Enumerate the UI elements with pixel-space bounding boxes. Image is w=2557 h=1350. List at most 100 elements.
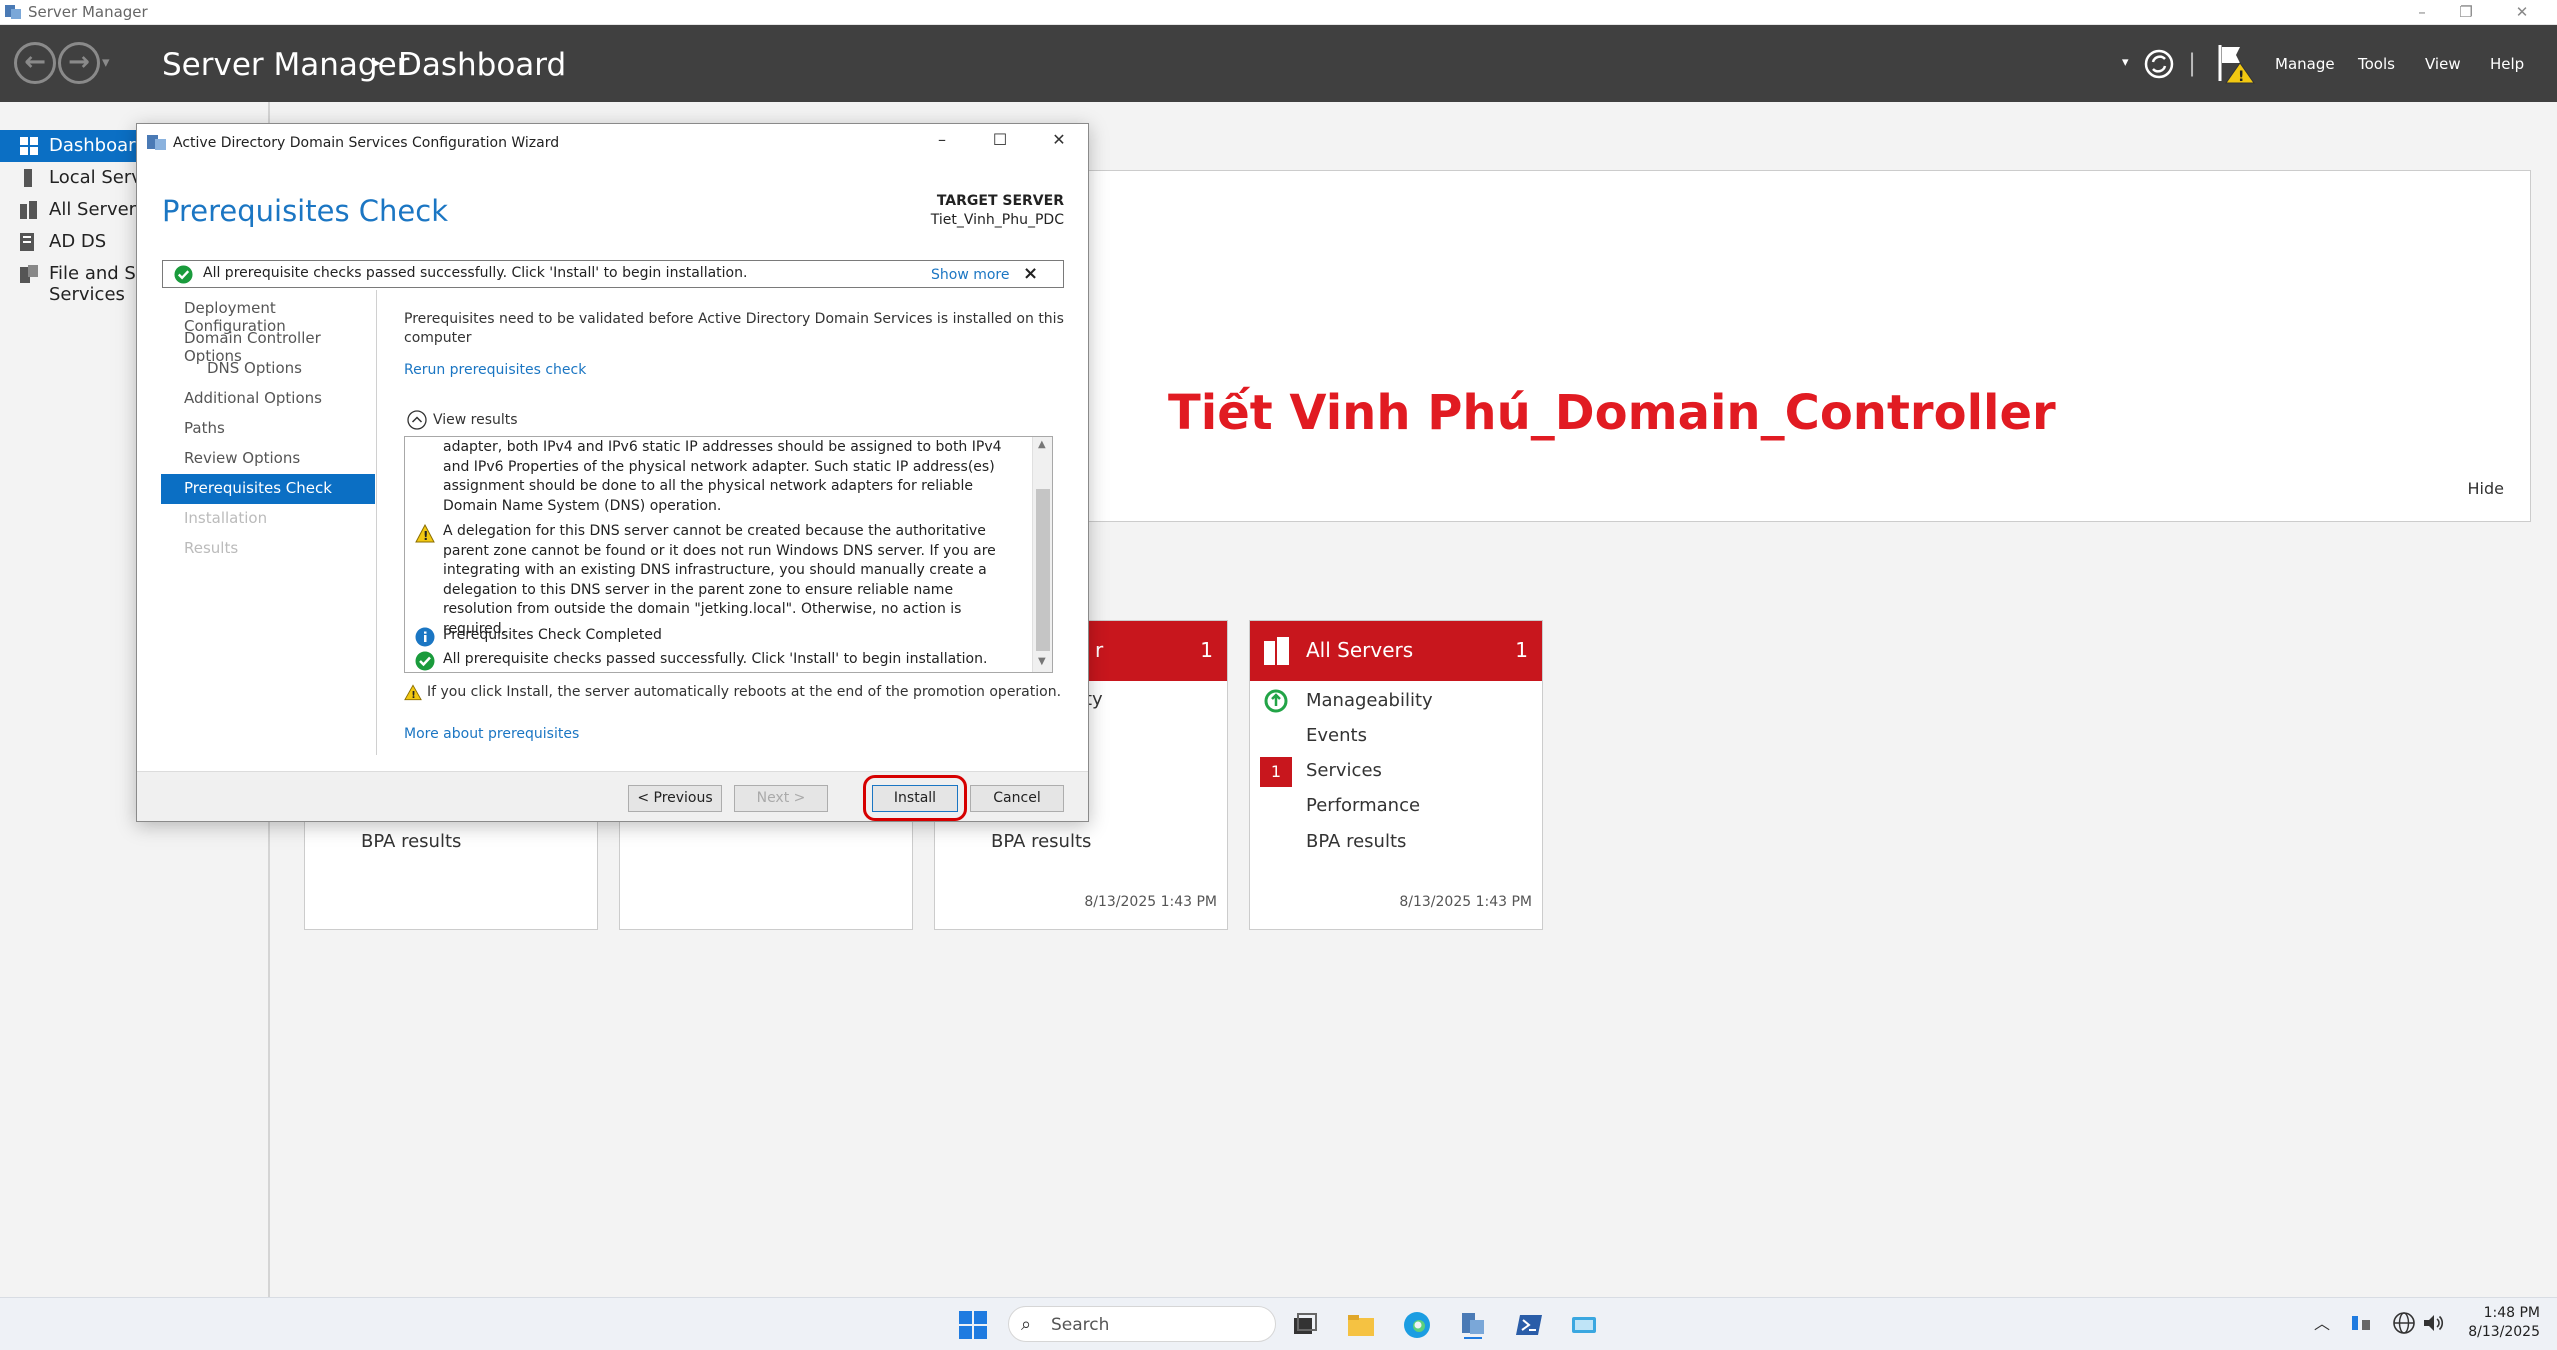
tile-timestamp: 8/13/2025 1:43 PM [1399,894,1532,910]
step-dns-options[interactable]: DNS Options [161,354,375,384]
results-scrollbar[interactable]: ▲ ▼ [1032,437,1052,672]
taskbar: ⌕ Search ︿ 1:48 PM 8/13/2025 [0,1297,2557,1350]
server-manager-taskbar-icon[interactable] [1458,1310,1488,1340]
menu-view[interactable]: View [2425,55,2461,73]
check-success-icon [415,651,435,671]
tile-row-performance[interactable]: Performance [1306,795,1420,816]
network-status-icon[interactable] [2350,1312,2374,1334]
powershell-icon[interactable] [1514,1310,1544,1340]
servers-icon [1264,637,1289,665]
tile-header[interactable]: All Servers 1 [1250,621,1542,681]
warning-icon: ! [404,684,422,701]
tile-row-bpa[interactable]: BPA results [361,831,461,852]
tile-row-bpa[interactable]: BPA results [991,831,1091,852]
history-dropdown-icon[interactable]: ▾ [102,53,110,71]
tile-count: 1 [1200,638,1213,662]
collapse-chevron-icon[interactable] [407,410,427,430]
taskbar-clock[interactable]: 1:48 PM 8/13/2025 [2468,1304,2540,1342]
dialog-footer: < Previous Next > Install Cancel [137,771,1088,821]
forward-button[interactable]: → [58,42,100,84]
show-more-link[interactable]: Show more [931,267,1010,283]
tile-row-events[interactable]: Events [1306,725,1367,746]
next-button: Next > [734,785,828,812]
step-paths[interactable]: Paths [161,414,375,444]
check-success-icon [174,265,193,284]
window-title: Server Manager [28,3,148,21]
notifications-flag-icon[interactable]: ! [2216,43,2256,85]
windows-start-icon[interactable] [958,1310,988,1340]
scroll-down-icon[interactable]: ▼ [1038,656,1046,667]
install-button[interactable]: Install [872,785,958,812]
globe-network-icon[interactable] [2392,1311,2416,1335]
step-installation: Installation [184,509,268,527]
volume-icon[interactable] [2421,1311,2445,1335]
file-storage-icon [20,265,38,283]
menu-tools[interactable]: Tools [2358,55,2395,73]
welcome-tile: Tiết Vinh Phú_Domain_Controller Hide [1085,170,2531,522]
refresh-icon[interactable] [2143,48,2175,80]
info-icon [415,627,435,647]
dialog-close-button[interactable]: ✕ [1044,130,1074,154]
ad-ds-icon [20,233,34,251]
tile-row-manageability[interactable]: Manageability [1306,690,1433,711]
all-servers-tile[interactable]: All Servers 1 Manageability Events 1 Ser… [1249,620,1543,930]
notice-close-icon[interactable]: × [1023,263,1038,284]
edge-browser-icon[interactable] [1402,1310,1432,1340]
manageability-ok-icon [1264,689,1288,713]
step-domain-controller-options[interactable]: Domain Controller Options [161,324,375,365]
status-notice: All prerequisite checks passed successfu… [162,260,1064,288]
target-server-value: Tiet_Vinh_Phu_PDC [930,212,1064,228]
tile-count: 1 [1515,638,1528,662]
menu-help[interactable]: Help [2490,55,2524,73]
svg-text:!: ! [2238,69,2244,85]
menu-manage[interactable]: Manage [2275,55,2335,73]
minimize-button[interactable]: – [2400,0,2444,25]
search-placeholder: Search [1051,1315,1110,1335]
welcome-title: Tiết Vinh Phú_Domain_Controller [1168,385,2056,441]
window-titlebar: Server Manager – ❐ ✕ [0,0,2557,25]
scroll-thumb[interactable] [1036,489,1050,651]
rerun-prerequisites-link[interactable]: Rerun prerequisites check [404,362,586,378]
restore-button[interactable]: ❐ [2444,0,2488,25]
tile-timestamp: 8/13/2025 1:43 PM [1084,894,1217,910]
sidebar-item-label: Dashboard [49,135,147,156]
show-hidden-icons-chevron[interactable]: ︿ [2314,1310,2330,1334]
servers-icon [20,201,37,219]
remote-desktop-icon[interactable] [1569,1310,1599,1340]
dialog-maximize-button[interactable]: ☐ [985,130,1015,154]
page-heading: Prerequisites Check [162,194,448,228]
taskbar-search[interactable]: ⌕ Search [1008,1306,1276,1342]
results-list[interactable]: adapter, both IPv4 and IPv6 static IP ad… [404,436,1053,673]
view-results-label[interactable]: View results [433,411,518,430]
step-prerequisites-check[interactable]: Prerequisites Check [161,474,375,504]
tile-name: r [1095,638,1104,662]
step-results: Results [184,539,239,557]
step-additional-options[interactable]: Additional Options [161,384,375,414]
server-manager-icon [5,5,21,19]
clock-date: 8/13/2025 [2468,1324,2540,1340]
file-explorer-icon[interactable] [1346,1310,1376,1340]
hide-welcome-link[interactable]: Hide [2468,479,2504,498]
previous-button[interactable]: < Previous [628,785,722,812]
refresh-dropdown-icon[interactable]: ▾ [2122,55,2129,70]
dialog-minimize-button[interactable]: – [927,130,957,154]
tile-row-services[interactable]: Services [1306,760,1382,781]
dialog-title: Active Directory Domain Services Configu… [173,135,560,151]
cancel-button[interactable]: Cancel [970,785,1064,812]
more-about-prerequisites-link[interactable]: More about prerequisites [404,726,579,742]
wizard-app-icon [147,135,166,150]
notice-text: All prerequisite checks passed successfu… [203,265,748,281]
sidebar-item-label: All Servers [49,199,146,220]
tile-row-bpa[interactable]: BPA results [1306,831,1406,852]
step-deployment-configuration[interactable]: Deployment Configuration [161,294,375,335]
tile-name: All Servers [1306,638,1414,662]
step-review-options[interactable]: Review Options [161,444,375,474]
back-button[interactable]: ← [14,42,56,84]
sidebar-item-label: AD DS [49,231,107,252]
intro-text: Prerequisites need to be validated befor… [404,311,1064,346]
scroll-up-icon[interactable]: ▲ [1038,439,1046,450]
task-view-icon[interactable] [1290,1310,1320,1340]
close-button[interactable]: ✕ [2500,0,2544,25]
reboot-warning: If you click Install, the server automat… [427,684,1062,700]
arrow-left-icon: ← [24,47,46,77]
